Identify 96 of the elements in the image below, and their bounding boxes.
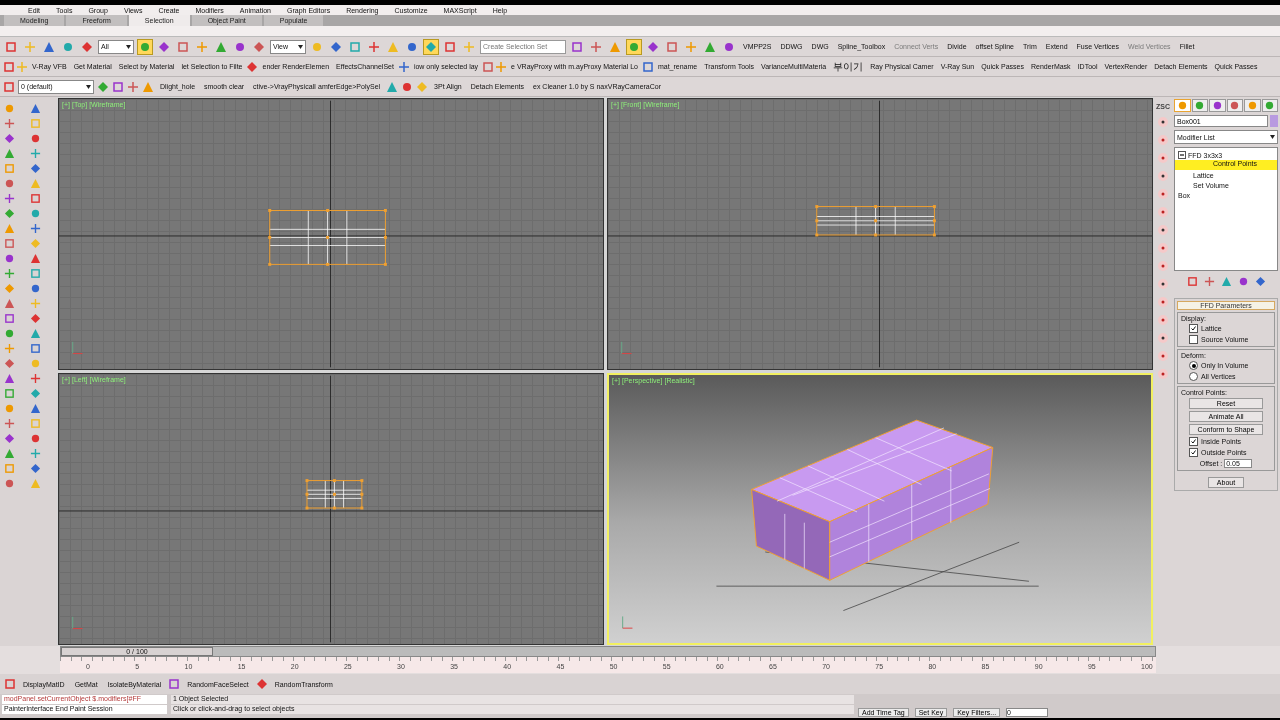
dot-icon[interactable] <box>1157 296 1169 308</box>
square-icon[interactable] <box>1186 276 1198 287</box>
square-icon[interactable] <box>4 313 15 324</box>
panel-tab[interactable] <box>1261 99 1278 112</box>
square-icon[interactable] <box>3 80 15 93</box>
dot-icon[interactable] <box>1157 116 1169 128</box>
square-icon[interactable] <box>482 60 495 73</box>
triangle-icon[interactable] <box>4 148 15 159</box>
dot-icon[interactable] <box>1157 152 1169 164</box>
dot-icon[interactable] <box>1157 278 1169 290</box>
diamond-icon[interactable] <box>4 433 15 444</box>
circle-icon[interactable] <box>4 328 15 339</box>
triangle-icon[interactable] <box>4 373 15 384</box>
circle-icon[interactable] <box>4 478 15 489</box>
arrows-icon[interactable] <box>1203 276 1215 287</box>
caret-icon[interactable] <box>1270 135 1275 139</box>
arrows-icon[interactable] <box>4 418 15 429</box>
diamond-icon[interactable] <box>29 313 41 324</box>
diamond-icon[interactable] <box>4 208 15 219</box>
circle-icon[interactable] <box>29 283 41 294</box>
arrows-icon[interactable] <box>29 223 41 234</box>
arrows-icon[interactable] <box>29 148 41 159</box>
triangle-icon[interactable] <box>29 403 41 414</box>
minus-icon[interactable] <box>1178 151 1186 159</box>
arrows-icon[interactable] <box>4 268 15 279</box>
square-icon[interactable] <box>29 268 41 279</box>
triangle-icon[interactable] <box>1220 276 1232 287</box>
dot-icon[interactable] <box>1157 368 1169 380</box>
triangle-icon[interactable] <box>29 328 41 339</box>
dot-icon[interactable] <box>1157 332 1169 344</box>
diamond-icon[interactable] <box>97 80 109 93</box>
toolbar-button[interactable]: 부이기 <box>830 59 867 74</box>
diamond-icon[interactable] <box>4 358 15 369</box>
panel-tab[interactable] <box>1209 99 1226 112</box>
axis-icon <box>621 341 632 355</box>
dot-icon[interactable] <box>1157 242 1169 254</box>
circle-icon[interactable] <box>401 80 414 93</box>
caret-icon[interactable] <box>298 44 303 49</box>
square-icon[interactable] <box>4 238 15 249</box>
square-icon[interactable] <box>4 163 15 174</box>
panel-tab[interactable] <box>1244 99 1261 112</box>
triangle-icon[interactable] <box>142 80 154 93</box>
square-icon[interactable] <box>29 193 41 204</box>
triangle-icon[interactable] <box>4 298 15 309</box>
diamond-icon[interactable] <box>4 133 15 144</box>
square-icon[interactable] <box>3 60 15 73</box>
dot-icon[interactable] <box>1157 188 1169 200</box>
square-icon[interactable] <box>112 80 124 93</box>
triangle-icon[interactable] <box>386 80 399 93</box>
dot-icon[interactable] <box>1157 314 1169 326</box>
axis-icon <box>72 341 83 355</box>
diamond-icon[interactable] <box>29 163 41 174</box>
arrows-icon[interactable] <box>4 193 15 204</box>
check-icon <box>1191 450 1196 455</box>
check-icon <box>1191 326 1196 331</box>
color-swatch[interactable] <box>1270 115 1278 127</box>
arrows-icon[interactable] <box>397 60 410 73</box>
arrows-icon[interactable] <box>29 373 41 384</box>
panel-tab[interactable] <box>1174 99 1191 112</box>
square-icon[interactable] <box>4 678 16 690</box>
dot-icon[interactable] <box>1157 260 1169 272</box>
lattice-drawing <box>305 479 364 510</box>
caret-icon[interactable] <box>86 84 91 89</box>
dot-icon[interactable] <box>1157 224 1169 236</box>
circle-icon[interactable] <box>29 208 41 219</box>
panel-tab[interactable] <box>1226 99 1243 112</box>
caret-icon[interactable] <box>126 44 131 49</box>
circle-icon[interactable] <box>4 178 15 189</box>
diamond-icon[interactable] <box>1254 276 1266 287</box>
square-icon[interactable] <box>29 343 41 354</box>
diamond-icon[interactable] <box>29 388 41 399</box>
diamond-icon[interactable] <box>246 60 259 73</box>
dot-icon[interactable] <box>1157 350 1169 362</box>
panel-tab[interactable] <box>1191 99 1208 112</box>
square-icon[interactable] <box>168 678 181 690</box>
square-icon[interactable] <box>641 60 654 73</box>
diamond-icon[interactable] <box>29 463 41 474</box>
circle-icon[interactable] <box>4 253 15 264</box>
circle-icon[interactable] <box>29 133 41 144</box>
triangle-icon[interactable] <box>4 448 15 459</box>
square-icon[interactable] <box>4 463 15 474</box>
dot-icon[interactable] <box>1157 206 1169 218</box>
arrows-icon[interactable] <box>127 80 139 93</box>
arrows-icon[interactable] <box>29 448 41 459</box>
circle-icon[interactable] <box>1237 276 1249 287</box>
check-icon <box>1191 439 1196 444</box>
circle-icon[interactable] <box>29 433 41 444</box>
dot-icon[interactable] <box>1157 170 1169 182</box>
diamond-icon[interactable] <box>255 678 268 690</box>
axis-icon <box>622 615 633 629</box>
triangle-icon[interactable] <box>29 253 41 264</box>
axis-icon <box>72 616 83 630</box>
arrows-icon[interactable] <box>4 118 15 129</box>
triangle-icon[interactable] <box>29 103 41 114</box>
square-icon[interactable] <box>4 388 15 399</box>
dot-icon[interactable] <box>1157 134 1169 146</box>
